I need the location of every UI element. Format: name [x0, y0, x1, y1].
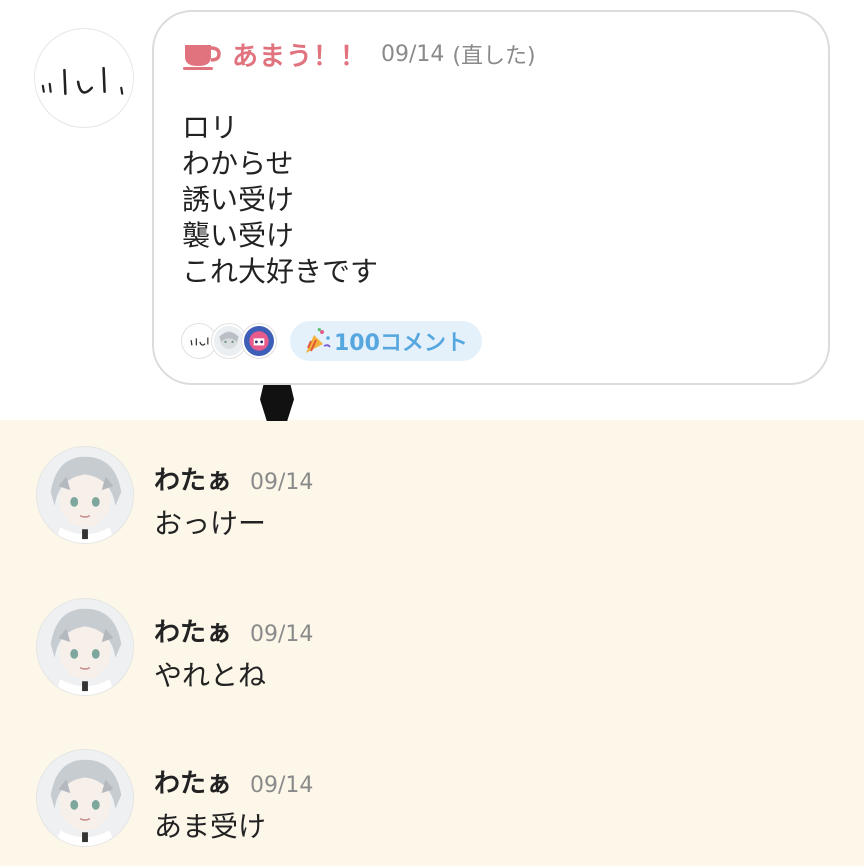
post-date: 09/14 — [381, 41, 445, 67]
post-line: これ大好きです — [182, 255, 379, 288]
reply-item[interactable]: わたぁ 09/14 やれとね — [0, 598, 864, 708]
reply-header: わたぁ 09/14 — [154, 763, 313, 800]
post-footer: 100コメント — [182, 320, 482, 362]
thread-connector — [260, 385, 294, 421]
reply-date: 09/14 — [250, 622, 314, 647]
post-header: あまう！！ 09/14 (直した) — [182, 34, 536, 74]
reply-author-name[interactable]: わたぁ — [154, 612, 232, 649]
commenter-avatars[interactable] — [182, 324, 276, 358]
commenter-avatar — [182, 324, 216, 358]
reply-header: わたぁ 09/14 — [154, 612, 313, 649]
reply-author-name[interactable]: わたぁ — [154, 763, 232, 800]
reply-item[interactable]: わたぁ 09/14 おっけー — [0, 446, 864, 556]
doodle-face-icon — [41, 66, 124, 95]
teacup-icon — [182, 37, 222, 71]
reply-text: あま受け — [154, 810, 267, 843]
comment-count-label: 100コメント — [334, 331, 468, 356]
commenter-avatar — [242, 324, 276, 358]
post-line: ロリ — [182, 111, 239, 144]
reply-avatar[interactable] — [36, 749, 134, 847]
reply-header: わたぁ 09/14 — [154, 460, 313, 497]
reply-text: おっけー — [154, 507, 267, 540]
reply-avatar[interactable] — [36, 598, 134, 696]
post-line: わからせ — [182, 147, 294, 180]
post-author-avatar[interactable] — [34, 28, 134, 128]
reply-item[interactable]: わたぁ 09/14 あま受け — [0, 749, 864, 859]
post-line: 襲い受け — [182, 219, 295, 252]
post-card[interactable]: あまう！！ 09/14 (直した) ロリ わからせ 誘い受け 襲い受け これ大好… — [152, 10, 830, 385]
reply-date: 09/14 — [250, 773, 314, 798]
comment-count-badge[interactable]: 100コメント — [290, 321, 482, 361]
party-popper-icon — [302, 326, 332, 356]
anime-girl-avatar-icon — [37, 750, 133, 846]
post-edited-label: (直した) — [452, 44, 536, 69]
reply-text: やれとね — [154, 659, 267, 692]
post-body: ロリ わからせ 誘い受け 襲い受け これ大好きです — [182, 110, 782, 290]
reply-date: 09/14 — [250, 470, 314, 495]
post-line: 誘い受け — [182, 183, 295, 216]
reply-author-name[interactable]: わたぁ — [154, 460, 232, 497]
commenter-avatar — [212, 324, 246, 358]
anime-girl-avatar-icon — [37, 599, 133, 695]
post-author-name[interactable]: あまう！！ — [232, 36, 367, 73]
anime-girl-avatar-icon — [37, 447, 133, 543]
reply-avatar[interactable] — [36, 446, 134, 544]
